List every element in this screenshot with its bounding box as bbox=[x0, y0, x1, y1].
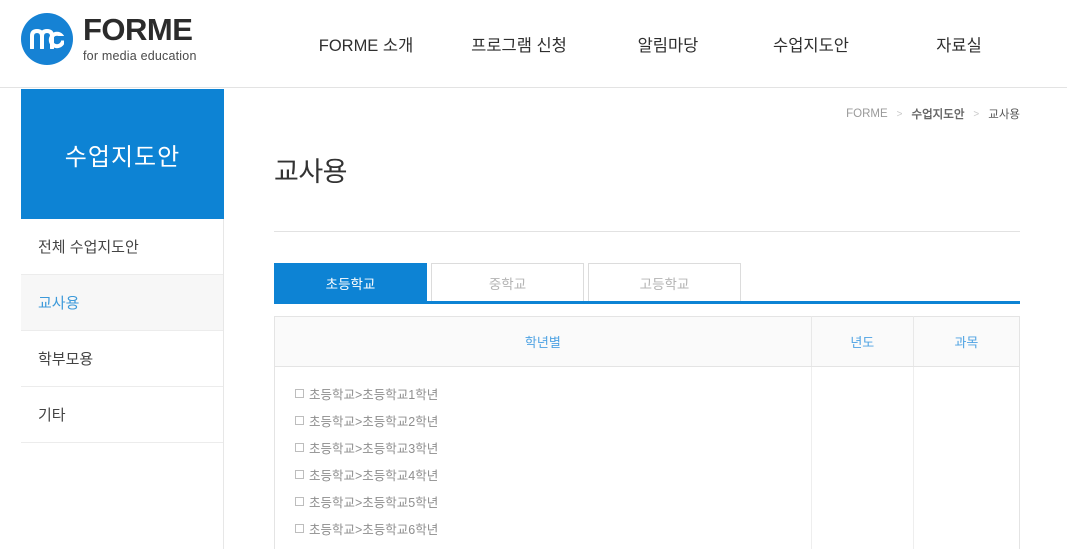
brand-text: FORME for media education bbox=[83, 11, 197, 64]
sidebar-menu: 전체 수업지도안 교사용 학부모용 기타 bbox=[21, 219, 223, 443]
grade-option-label: 초등학교>초등학교1학년 bbox=[309, 388, 439, 402]
sidebar: 수업지도안 전체 수업지도안 교사용 학부모용 기타 bbox=[21, 89, 224, 549]
breadcrumb: FORME > 수업지도안 > 교사용 bbox=[274, 88, 1020, 140]
column-header-subject: 과목 bbox=[913, 316, 1020, 367]
sidebar-item-etc[interactable]: 기타 bbox=[21, 387, 223, 443]
tab-elementary[interactable]: 초등학교 bbox=[274, 263, 427, 301]
list-item[interactable]: 초등학교>초등학교3학년 bbox=[295, 434, 811, 461]
list-item[interactable]: 초등학교>초등학교6학년 bbox=[295, 515, 811, 542]
brand-name: FORME bbox=[83, 11, 193, 47]
breadcrumb-item-home[interactable]: FORME bbox=[846, 108, 888, 120]
brand-tagline: for media education bbox=[83, 48, 197, 63]
list-item[interactable]: 초등학교>초등학교5학년 bbox=[295, 488, 811, 515]
sidebar-item-label: 전체 수업지도안 bbox=[38, 239, 139, 256]
list-item[interactable]: 초등학교>초등학교2학년 bbox=[295, 407, 811, 434]
filter-table-row: 초등학교>초등학교1학년 초등학교>초등학교2학년 초등학교>초등학교3학년 초… bbox=[274, 366, 1020, 549]
nav-item-program-apply[interactable]: 프로그램 신청 bbox=[440, 26, 598, 62]
grade-option-label: 초등학교>초등학교3학년 bbox=[309, 442, 439, 456]
page-title: 교사용 bbox=[274, 157, 348, 187]
breadcrumb-separator-icon: > bbox=[896, 108, 903, 120]
tab-middle-school[interactable]: 중학교 bbox=[431, 263, 584, 301]
page-body: 수업지도안 전체 수업지도안 교사용 학부모용 기타 FORME > 수업지도안… bbox=[0, 88, 1067, 549]
column-header-grade: 학년별 bbox=[274, 316, 812, 367]
sidebar-title: 수업지도안 bbox=[21, 89, 224, 219]
checkbox-icon[interactable] bbox=[295, 497, 304, 506]
sidebar-item-teacher[interactable]: 교사용 bbox=[21, 275, 223, 331]
subject-filter-cell bbox=[913, 366, 1020, 549]
school-level-tabs: 초등학교 중학교 고등학교 bbox=[274, 263, 1020, 304]
grade-option-label: 초등학교>초등학교2학년 bbox=[309, 415, 439, 429]
main-content: FORME > 수업지도안 > 교사용 교사용 초등학교 중학교 고등학교 학년… bbox=[274, 88, 1020, 549]
nav-item-lesson-plan[interactable]: 수업지도안 bbox=[738, 26, 884, 62]
breadcrumb-separator-icon: > bbox=[973, 108, 980, 120]
sidebar-title-label: 수업지도안 bbox=[64, 143, 181, 171]
brand-logo[interactable]: FORME for media education bbox=[21, 13, 197, 65]
breadcrumb-item-current: 교사용 bbox=[988, 109, 1020, 121]
site-header: FORME for media education FORME 소개 프로그램 … bbox=[0, 0, 1067, 88]
sidebar-item-parent[interactable]: 학부모용 bbox=[21, 331, 223, 387]
sidebar-item-label: 학부모용 bbox=[38, 351, 94, 368]
filter-table: 학년별 년도 과목 초등학교>초등학교1학년 초등학교>초등학교2학년 초등학교… bbox=[274, 316, 1020, 549]
year-filter-cell bbox=[811, 366, 914, 549]
grade-checkbox-list: 초등학교>초등학교1학년 초등학교>초등학교2학년 초등학교>초등학교3학년 초… bbox=[275, 367, 811, 542]
checkbox-icon[interactable] bbox=[295, 524, 304, 533]
nav-item-notice[interactable]: 알림마당 bbox=[598, 26, 738, 62]
list-item[interactable]: 초등학교>초등학교4학년 bbox=[295, 461, 811, 488]
sidebar-item-label: 교사용 bbox=[38, 295, 80, 312]
nav-item-resources[interactable]: 자료실 bbox=[884, 26, 1034, 62]
sidebar-item-all-lesson-plans[interactable]: 전체 수업지도안 bbox=[21, 219, 223, 275]
grade-filter-cell: 초등학교>초등학교1학년 초등학교>초등학교2학년 초등학교>초등학교3학년 초… bbox=[274, 366, 812, 549]
sidebar-item-label: 기타 bbox=[38, 407, 66, 424]
checkbox-icon[interactable] bbox=[295, 470, 304, 479]
grade-option-label: 초등학교>초등학교6학년 bbox=[309, 523, 439, 537]
list-item[interactable]: 초등학교>초등학교1학년 bbox=[295, 380, 811, 407]
main-navigation: FORME 소개 프로그램 신청 알림마당 수업지도안 자료실 bbox=[292, 0, 1034, 88]
filter-table-header-row: 학년별 년도 과목 bbox=[274, 316, 1020, 367]
tab-high-school[interactable]: 고등학교 bbox=[588, 263, 741, 301]
nav-item-forme-intro[interactable]: FORME 소개 bbox=[292, 26, 440, 62]
me-logo-icon bbox=[21, 13, 73, 65]
checkbox-icon[interactable] bbox=[295, 389, 304, 398]
checkbox-icon[interactable] bbox=[295, 443, 304, 452]
grade-option-label: 초등학교>초등학교4학년 bbox=[309, 469, 439, 483]
column-header-year: 년도 bbox=[811, 316, 914, 367]
breadcrumb-item-lesson-plan[interactable]: 수업지도안 bbox=[912, 106, 965, 122]
checkbox-icon[interactable] bbox=[295, 416, 304, 425]
grade-option-label: 초등학교>초등학교5학년 bbox=[309, 496, 439, 510]
title-divider bbox=[274, 231, 1020, 232]
